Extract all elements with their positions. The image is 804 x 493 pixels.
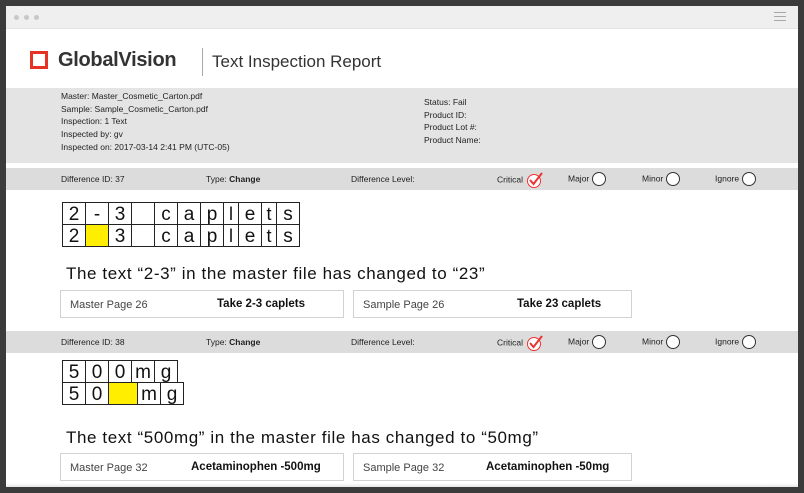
char-cell: g: [160, 382, 184, 405]
report-title: Text Inspection Report: [212, 52, 382, 71]
level-critical[interactable]: Critical: [497, 172, 545, 188]
char-cell: l: [223, 202, 239, 225]
master-page-label: Master Page 32: [70, 462, 148, 474]
radio-icon[interactable]: [666, 335, 681, 349]
char-cell: -: [85, 202, 109, 225]
master-file: Master: Master_Cosmetic_Carton.pdf: [61, 91, 203, 101]
char-cell: m: [137, 382, 161, 405]
char-cell: [131, 202, 155, 225]
difference-description: The text “2-3” in the master file has ch…: [66, 264, 486, 283]
difference-header: Difference ID: 38 Type: Change Differenc…: [6, 331, 798, 353]
level-minor[interactable]: Minor: [642, 335, 681, 349]
difference-level-label: Difference Level:: [351, 337, 415, 347]
char-cell: p: [200, 202, 224, 225]
sample-page-label: Sample Page 26: [363, 299, 445, 311]
sample-chars-row: 5 0 m g: [62, 382, 184, 405]
report-header: GlobalVision Text Inspection Report: [6, 29, 798, 89]
difference-level-label: Difference Level:: [351, 174, 415, 184]
window-dot-icon[interactable]: [34, 15, 39, 20]
char-cell: c: [154, 224, 178, 247]
level-critical[interactable]: Critical: [497, 335, 545, 351]
master-chars-row: 2 - 3 c a p l e t s: [62, 202, 300, 225]
character-comparison-grid: 5 0 0 m g 5 0 m g: [62, 360, 184, 405]
highlighted-char-cell: [108, 382, 138, 405]
char-cell: 5: [62, 360, 86, 383]
char-cell: l: [223, 224, 239, 247]
char-cell: c: [154, 202, 178, 225]
radio-icon[interactable]: [666, 172, 681, 186]
inspected-on: Inspected on: 2017-03-14 2:41 PM (UTC-05…: [61, 141, 230, 152]
char-cell: t: [261, 202, 277, 225]
sample-page-label: Sample Page 32: [363, 462, 445, 474]
level-major[interactable]: Major: [568, 172, 607, 186]
inspected-by: Inspected by: gv: [61, 129, 123, 140]
char-cell: 3: [108, 202, 132, 225]
char-cell: p: [200, 224, 224, 247]
char-cell: [131, 224, 155, 247]
checked-radio-icon[interactable]: [525, 172, 545, 188]
status: Status: Fail: [424, 97, 467, 107]
char-cell: 0: [85, 382, 109, 405]
radio-icon[interactable]: [592, 335, 607, 349]
difference-type: Type: Change: [206, 337, 261, 347]
char-cell: a: [177, 224, 201, 247]
character-comparison-grid: 2 - 3 c a p l e t s 2 3 c a p l e t s: [62, 202, 300, 247]
char-cell: s: [276, 202, 300, 225]
difference-description: The text “500mg” in the master file has …: [66, 428, 539, 447]
char-cell: 0: [108, 360, 132, 383]
product-lot: Product Lot #:: [424, 122, 477, 133]
master-page-box[interactable]: Master Page 32 Acetaminophen -500mg: [60, 453, 344, 481]
sample-page-text: Acetaminophen -50mg: [486, 461, 610, 473]
char-cell: m: [131, 360, 155, 383]
char-cell: e: [238, 202, 262, 225]
level-minor[interactable]: Minor: [642, 172, 681, 186]
title-bar: [6, 6, 798, 29]
hamburger-menu-icon[interactable]: [774, 12, 786, 22]
difference-id: Difference ID: 38: [61, 337, 125, 347]
sample-page-box[interactable]: Sample Page 32 Acetaminophen -50mg: [353, 453, 632, 481]
master-chars-row: 5 0 0 m g: [62, 360, 183, 383]
bottom-edge: [6, 483, 798, 487]
radio-icon[interactable]: [592, 172, 607, 186]
char-cell: e: [238, 224, 262, 247]
char-cell: s: [276, 224, 300, 247]
highlighted-char-cell: [85, 224, 109, 247]
char-cell: g: [154, 360, 178, 383]
globalvision-logo-icon: [30, 51, 48, 69]
char-cell: t: [261, 224, 277, 247]
difference-id: Difference ID: 37: [61, 174, 125, 184]
char-cell: 3: [108, 224, 132, 247]
radio-icon[interactable]: [742, 172, 757, 186]
inspection-type: Inspection: 1 Text: [61, 116, 127, 127]
report-window: GlobalVision Text Inspection Report Mast…: [6, 6, 798, 487]
header-divider: [202, 48, 203, 76]
master-page-label: Master Page 26: [70, 299, 148, 311]
level-ignore[interactable]: Ignore: [715, 335, 757, 349]
char-cell: 5: [62, 382, 86, 405]
difference-type: Type: Change: [206, 174, 261, 184]
char-cell: 2: [62, 224, 86, 247]
level-ignore[interactable]: Ignore: [715, 172, 757, 186]
sample-page-text: Take 23 caplets: [517, 298, 602, 310]
master-page-text: Acetaminophen -500mg: [191, 461, 321, 473]
radio-icon[interactable]: [742, 335, 757, 349]
product-id: Product ID:: [424, 109, 467, 120]
sample-chars-row: 2 3 c a p l e t s: [62, 224, 300, 247]
checked-radio-icon[interactable]: [525, 335, 545, 351]
char-cell: 2: [62, 202, 86, 225]
product-name: Product Name:: [424, 135, 481, 146]
char-cell: a: [177, 202, 201, 225]
level-major[interactable]: Major: [568, 335, 607, 349]
inspection-meta: Master: Master_Cosmetic_Carton.pdf Sampl…: [6, 88, 798, 163]
master-page-text: Take 2-3 caplets: [217, 298, 306, 310]
difference-header: Difference ID: 37 Type: Change Differenc…: [6, 168, 798, 190]
sample-file: Sample: Sample_Cosmetic_Carton.pdf: [61, 103, 208, 114]
sample-page-box[interactable]: Sample Page 26 Take 23 caplets: [353, 290, 632, 318]
window-dot-icon[interactable]: [24, 15, 29, 20]
master-page-box[interactable]: Master Page 26 Take 2-3 caplets: [60, 290, 344, 318]
window-dot-icon[interactable]: [14, 15, 19, 20]
char-cell: 0: [85, 360, 109, 383]
brand-name: GlobalVision: [58, 49, 177, 71]
